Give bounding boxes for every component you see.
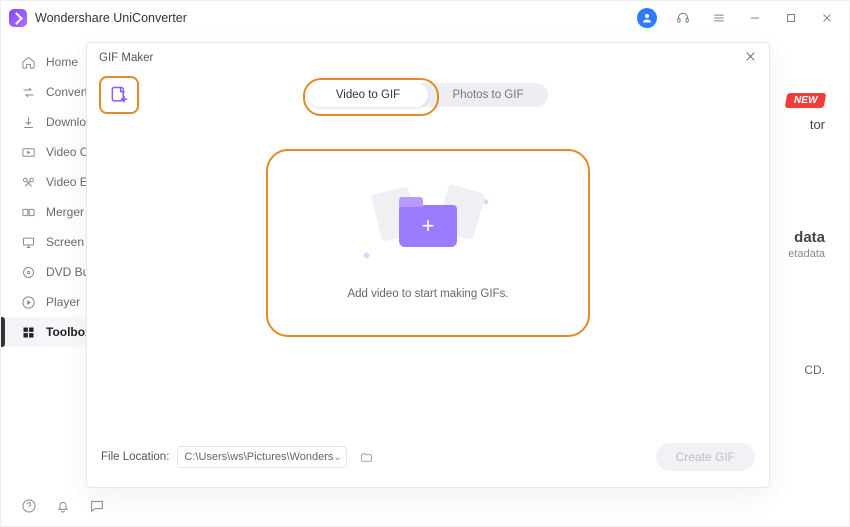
bg-text-data: data [794,229,825,246]
gif-maker-dialog: GIF Maker Video to GIF Photos to GIF + [86,42,770,488]
file-location-value: C:\Users\ws\Pictures\Wonders [184,451,333,463]
dialog-title: GIF Maker [99,52,153,64]
window-minimize-button[interactable] [741,4,769,32]
menu-icon[interactable] [705,4,733,32]
tab-video-to-gif[interactable]: Video to GIF [308,83,428,107]
bg-text-tor: tor [810,117,825,132]
tab-photos-to-gif[interactable]: Photos to GIF [428,83,548,107]
sidebar-item-label: Toolbox [46,325,92,339]
drop-zone-illustration: + [368,186,488,266]
create-gif-button[interactable]: Create GIF [656,443,755,471]
folder-plus-icon: + [399,205,457,247]
add-file-button[interactable] [99,76,139,114]
open-folder-button[interactable] [355,446,377,468]
new-badge: NEW [784,93,826,108]
app-logo [9,9,27,27]
account-avatar[interactable] [633,4,661,32]
sidebar-item-label: Merger [46,205,84,219]
feedback-icon[interactable] [89,498,105,514]
sidebar-item-label: Home [46,55,78,69]
dialog-header: GIF Maker [87,43,769,73]
help-icon[interactable] [21,498,37,514]
drop-zone[interactable]: + Add video to start making GIFs. [266,149,590,337]
bg-text-cd: CD. [804,363,825,377]
drop-zone-text: Add video to start making GIFs. [347,288,508,300]
notifications-icon[interactable] [55,498,71,514]
support-icon[interactable] [669,4,697,32]
titlebar: Wondershare UniConverter [1,1,849,35]
chevron-down-icon: ⌄ [333,452,341,463]
dialog-footer: File Location: C:\Users\ws\Pictures\Wond… [87,427,769,487]
dialog-close-button[interactable] [744,50,757,66]
bg-text-etadata: etadata [788,248,825,260]
window-close-button[interactable] [813,4,841,32]
file-location-label: File Location: [101,451,169,463]
mode-toggle: Video to GIF Photos to GIF [308,83,548,107]
app-title: Wondershare UniConverter [35,11,187,25]
sidebar-item-label: Player [46,295,80,309]
sidebar-footer [1,486,151,526]
window-maximize-button[interactable] [777,4,805,32]
file-location-field[interactable]: C:\Users\ws\Pictures\Wonders ⌄ [177,446,347,468]
